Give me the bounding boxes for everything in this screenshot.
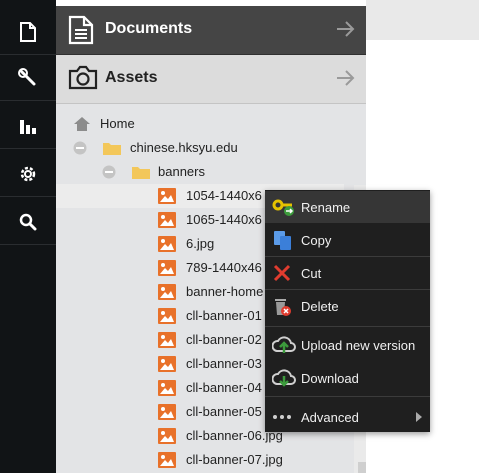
wrench-icon [18,67,36,85]
reports-nav-button[interactable] [0,103,56,149]
tree-item-label: cll-banner-07.jpg [186,452,283,467]
documents-nav-button[interactable] [0,9,56,55]
collapse-icon[interactable] [73,141,87,155]
image-file-icon [158,284,176,300]
tree-item-label: 1054-1440x6 [186,188,262,203]
arrow-right-icon[interactable] [336,69,356,87]
image-file-icon [158,308,176,324]
tree-item-label: banners [158,164,205,179]
menu-item-label: Upload new version [301,338,416,353]
assets-title: Assets [105,69,158,86]
tree-item-label: chinese.hksyu.edu [130,140,238,155]
menu-item-delete[interactable]: Delete [265,290,430,322]
bar-chart-icon [20,119,36,134]
scrollbar-thumb[interactable] [358,462,366,473]
image-file-icon [158,212,176,228]
menu-item-label: Download [301,371,359,386]
folder-icon [132,167,150,179]
tree-item-label: cll-banner-04 [186,380,262,395]
tree-item-label: 6.jpg [186,236,215,251]
tree-item-label: Home [100,116,135,131]
image-file-icon [158,332,176,348]
menu-item-download[interactable]: Download [265,362,430,394]
search-nav-button[interactable] [0,199,56,245]
tree-item-label: 789-1440x46 [186,260,262,275]
cloud-upload-icon [272,336,296,353]
menu-item-rename[interactable]: Rename [265,191,430,223]
search-icon [19,213,37,230]
home-icon [74,117,90,131]
tree-item-label: cll-banner-03 [186,356,262,371]
image-file-icon [158,356,176,372]
menu-item-label: Advanced [301,410,359,425]
trash-icon [275,299,291,316]
tree-item-file[interactable]: cll-banner-07.jpg [56,448,366,472]
left-icon-rail [0,0,56,473]
camera-icon [68,65,98,90]
rename-icon [272,199,294,216]
menu-item-advanced[interactable]: Advanced [265,401,430,433]
image-file-icon [158,428,176,444]
tree-item-label: banner-home [186,284,264,299]
documents-icon [68,15,94,45]
copy-icon [274,231,291,250]
image-file-icon [158,404,176,420]
tree-item-folder[interactable]: banners [56,160,366,184]
image-file-icon [158,188,176,204]
context-menu: Rename Copy Cut Delete Upload new versio… [265,190,430,432]
menu-item-cut[interactable]: Cut [265,257,430,289]
menu-item-upload[interactable]: Upload new version [265,329,430,361]
menu-item-label: Rename [301,200,351,215]
gear-icon [20,166,36,181]
menu-item-label: Delete [301,299,339,314]
tools-nav-button[interactable] [0,55,56,101]
assets-header[interactable]: Assets [56,55,366,104]
tree-item-label: 1065-1440x6 [186,212,262,227]
tree-item-label: cll-banner-01 [186,308,262,323]
cloud-download-icon [272,369,296,387]
documents-title: Documents [105,20,193,37]
folder-icon [103,143,121,155]
collapse-icon[interactable] [102,165,116,179]
tree-item-home[interactable]: Home [56,112,366,136]
settings-nav-button[interactable] [0,151,56,197]
menu-divider [265,396,430,397]
top-gray-strip [366,0,479,40]
tree-item-label: cll-banner-05 [186,404,262,419]
image-file-icon [158,380,176,396]
tree-item-site[interactable]: chinese.hksyu.edu [56,136,366,160]
more-dots-icon [273,415,291,419]
image-file-icon [158,236,176,252]
menu-item-label: Copy [301,233,332,248]
submenu-arrow-icon [416,412,422,422]
menu-divider [265,326,430,327]
image-file-icon [158,452,176,468]
scissors-icon [273,264,291,282]
menu-item-copy[interactable]: Copy [265,224,430,256]
menu-item-label: Cut [301,266,322,281]
tree-item-label: cll-banner-02 [186,332,262,347]
documents-header[interactable]: Documents [56,6,366,55]
document-icon [20,21,36,42]
image-file-icon [158,260,176,276]
arrow-right-icon[interactable] [336,20,356,38]
